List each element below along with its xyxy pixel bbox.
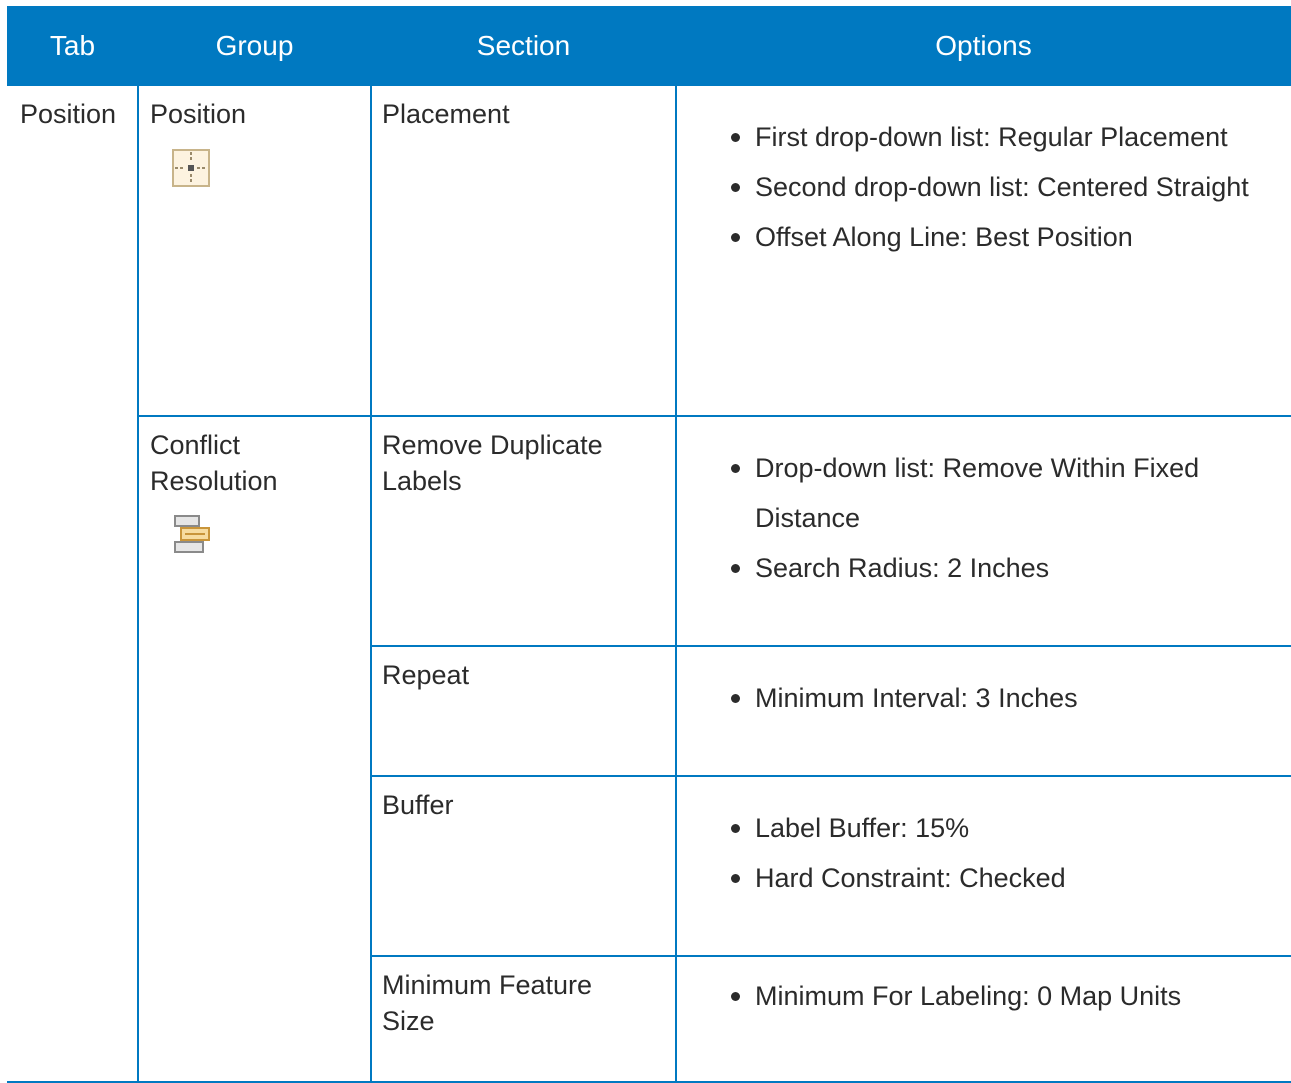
options-table: Tab Group Section Options Position Posit… bbox=[7, 6, 1291, 1083]
header-tab: Tab bbox=[7, 6, 138, 86]
group-label: Conflict Resolution bbox=[150, 430, 278, 496]
page: Tab Group Section Options Position Posit… bbox=[0, 0, 1291, 1083]
options-list: Drop-down list: Remove Within Fixed Dist… bbox=[677, 417, 1291, 593]
section-cell: Placement bbox=[370, 86, 677, 417]
section-cell: Remove Duplicate Labels bbox=[370, 415, 677, 647]
label-position-icon bbox=[172, 149, 210, 187]
section-cell: Buffer bbox=[370, 775, 677, 957]
options-cell: Minimum For Labeling: 0 Map Units bbox=[675, 955, 1291, 1083]
group-cell: Position bbox=[137, 86, 372, 417]
option-item: Second drop-down list: Centered Straight bbox=[727, 162, 1291, 212]
table-row: Position Position Placement First drop-d… bbox=[7, 86, 1291, 1083]
options-cell: First drop-down list: Regular Placement … bbox=[675, 86, 1291, 417]
option-item: Offset Along Line: Best Position bbox=[727, 212, 1291, 262]
options-cell: Label Buffer: 15% Hard Constraint: Check… bbox=[675, 775, 1291, 957]
header-row: Tab Group Section Options bbox=[7, 6, 1291, 86]
tab-cell: Position bbox=[7, 86, 139, 1083]
section-label: Buffer bbox=[382, 790, 454, 820]
option-item: Label Buffer: 15% bbox=[727, 803, 1291, 853]
section-cell: Minimum Feature Size bbox=[370, 955, 677, 1083]
group-label: Position bbox=[150, 99, 247, 129]
option-item: First drop-down list: Regular Placement bbox=[727, 112, 1291, 162]
conflict-resolution-icon bbox=[174, 515, 210, 553]
section-label: Placement bbox=[382, 99, 510, 129]
option-item: Minimum For Labeling: 0 Map Units bbox=[727, 971, 1291, 1021]
section-label: Remove Duplicate Labels bbox=[382, 430, 603, 496]
options-list: Label Buffer: 15% Hard Constraint: Check… bbox=[677, 777, 1291, 903]
options-list: First drop-down list: Regular Placement … bbox=[677, 86, 1291, 262]
section-label: Minimum Feature Size bbox=[382, 970, 593, 1036]
options-cell: Drop-down list: Remove Within Fixed Dist… bbox=[675, 415, 1291, 647]
option-item: Hard Constraint: Checked bbox=[727, 853, 1291, 903]
option-item: Minimum Interval: 3 Inches bbox=[727, 673, 1291, 723]
section-label: Repeat bbox=[382, 660, 470, 690]
option-item: Drop-down list: Remove Within Fixed Dist… bbox=[727, 443, 1291, 543]
section-cell: Repeat bbox=[370, 645, 677, 777]
table-row: Conflict Resolution Remove Duplicate Lab… bbox=[7, 415, 1291, 1083]
tab-label: Position bbox=[20, 99, 117, 129]
group-cell: Conflict Resolution bbox=[137, 415, 372, 1083]
options-cell: Minimum Interval: 3 Inches bbox=[675, 645, 1291, 777]
header-section: Section bbox=[371, 6, 676, 86]
header-group: Group bbox=[138, 6, 371, 86]
options-list: Minimum Interval: 3 Inches bbox=[677, 647, 1291, 723]
header-options: Options bbox=[676, 6, 1291, 86]
option-item: Search Radius: 2 Inches bbox=[727, 543, 1291, 593]
options-list: Minimum For Labeling: 0 Map Units bbox=[677, 957, 1291, 1021]
